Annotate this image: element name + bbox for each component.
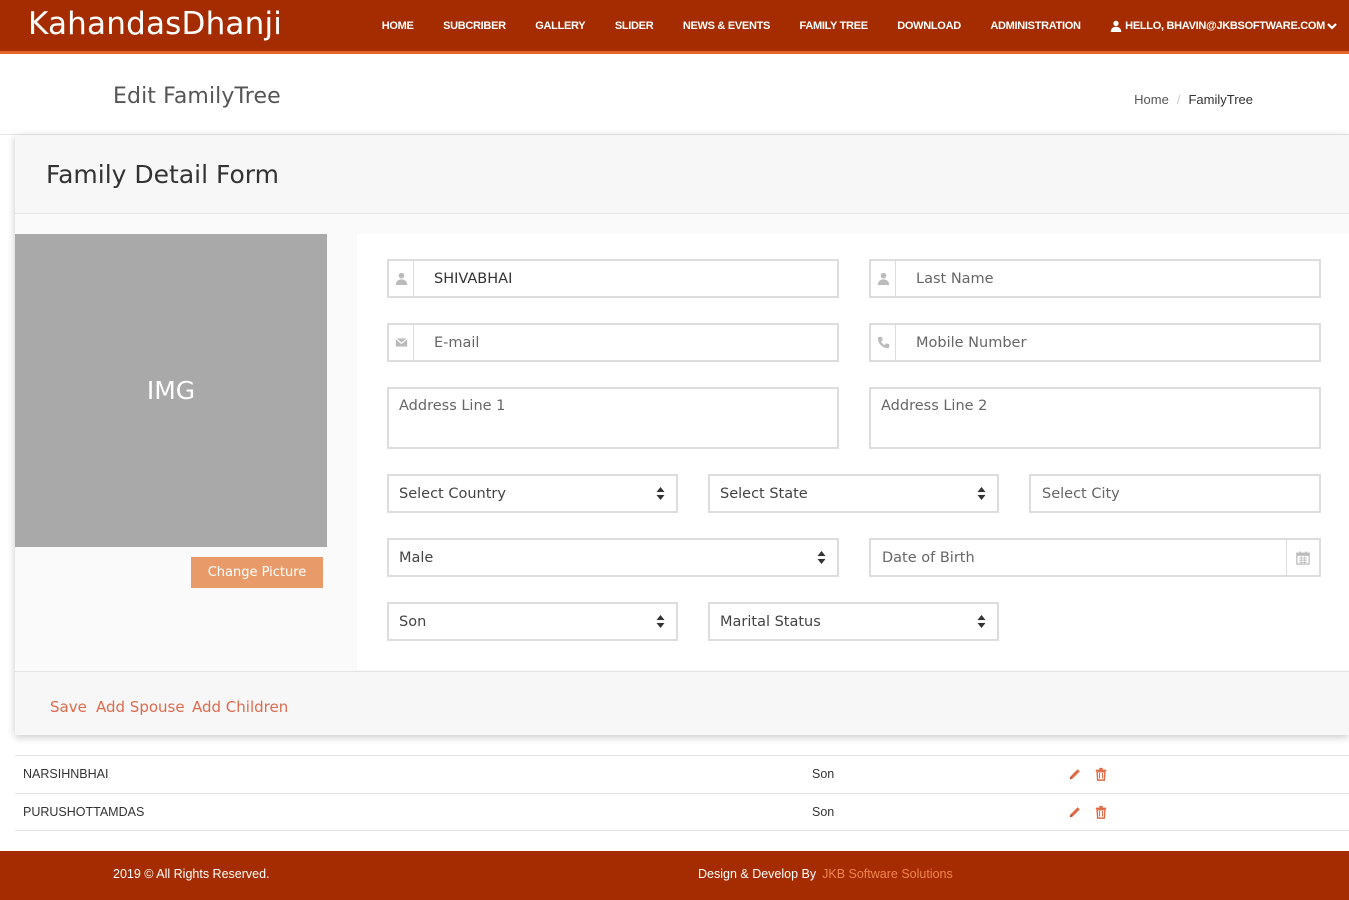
phone-icon	[871, 325, 896, 360]
relation-select[interactable]: Son	[387, 602, 678, 641]
nav-subscriber[interactable]: SUBCRIBER	[443, 20, 506, 32]
relation-select-value: Son	[399, 613, 427, 630]
page-title: Edit FamilyTree	[113, 84, 281, 109]
user-icon	[871, 261, 896, 296]
email-input[interactable]	[414, 325, 837, 360]
sort-arrows-icon	[656, 615, 665, 628]
sort-arrows-icon	[817, 551, 826, 564]
brand-logo[interactable]: KahandasDhanji	[28, 6, 282, 42]
email-field	[387, 323, 839, 362]
form-fields-area: Select Country Select State Select City …	[357, 234, 1349, 670]
user-icon	[389, 261, 414, 296]
nav-slider[interactable]: SLIDER	[615, 20, 654, 32]
last-name-field	[869, 259, 1321, 298]
member-relation: Son	[812, 767, 835, 781]
top-navbar: KahandasDhanji HOME SUBCRIBER GALLERY SL…	[0, 0, 1349, 54]
state-select-value: Select State	[720, 485, 808, 502]
city-field-placeholder: Select City	[1042, 485, 1120, 502]
pencil-icon[interactable]	[1068, 805, 1082, 819]
nav-family-tree[interactable]: FAMILY TREE	[800, 20, 869, 32]
mobile-field	[869, 323, 1321, 362]
table-row: PURUSHOTTAMDAS Son	[15, 793, 1349, 831]
profile-photo-placeholder: IMG	[15, 234, 327, 547]
user-menu-label: HELLO, BHAVIN@JKBSOFTWARE.COM	[1125, 19, 1325, 32]
add-children-link[interactable]: Add Children	[192, 698, 288, 716]
nav-download[interactable]: DOWNLOAD	[897, 20, 961, 32]
add-spouse-link[interactable]: Add Spouse	[96, 698, 185, 716]
marital-status-select-value: Marital Status	[720, 613, 821, 630]
trash-icon[interactable]	[1094, 805, 1108, 819]
form-title: Family Detail Form	[46, 160, 279, 189]
address-line-2-field	[869, 387, 1321, 449]
photo-placeholder-label: IMG	[146, 376, 196, 405]
member-relation: Son	[812, 805, 835, 819]
copyright-text: 2019 © All Rights Reserved.	[113, 867, 270, 881]
card-footer-actions: Save Add Spouse Add Children	[15, 671, 1349, 735]
marital-status-select[interactable]: Marital Status	[708, 602, 999, 641]
first-name-field	[387, 259, 839, 298]
trash-icon[interactable]	[1094, 767, 1108, 781]
nav-administration[interactable]: ADMINISTRATION	[990, 20, 1081, 32]
calendar-icon[interactable]	[1286, 540, 1319, 575]
save-link[interactable]: Save	[50, 698, 87, 716]
user-menu[interactable]: HELLO, BHAVIN@JKBSOFTWARE.COM	[1110, 20, 1337, 32]
date-of-birth-field[interactable]: Date of Birth	[869, 538, 1321, 577]
credit-link[interactable]: JKB Software Solutions	[822, 867, 953, 881]
address-line-1-field	[387, 387, 839, 449]
card-header: Family Detail Form	[15, 135, 1349, 214]
nav-menu: HOME SUBCRIBER GALLERY SLIDER NEWS & EVE…	[382, 0, 1349, 51]
nav-gallery[interactable]: GALLERY	[535, 20, 585, 32]
member-name: NARSIHNBHAI	[23, 767, 109, 781]
change-picture-button[interactable]: Change Picture	[191, 557, 323, 588]
state-select[interactable]: Select State	[708, 474, 999, 513]
page-footer: 2019 © All Rights Reserved. Design & Dev…	[0, 851, 1349, 900]
chevron-down-icon	[1327, 22, 1337, 30]
mobile-input[interactable]	[896, 325, 1319, 360]
nav-home[interactable]: HOME	[382, 20, 414, 32]
family-members-table: NARSIHNBHAI Son PURUSHOTTAMDAS Son	[15, 755, 1349, 831]
gender-select-value: Male	[399, 549, 434, 566]
breadcrumb: Home / FamilyTree	[1134, 92, 1253, 107]
pencil-icon[interactable]	[1068, 767, 1082, 781]
country-select-value: Select Country	[399, 485, 506, 502]
first-name-input[interactable]	[414, 261, 837, 296]
date-of-birth-placeholder: Date of Birth	[882, 549, 975, 566]
member-name: PURUSHOTTAMDAS	[23, 805, 145, 819]
breadcrumb-current: FamilyTree	[1188, 92, 1253, 107]
sort-arrows-icon	[977, 487, 986, 500]
envelope-icon	[389, 325, 414, 360]
credit-text: Design & Develop By JKB Software Solution…	[698, 867, 953, 881]
address-line-2-input[interactable]	[871, 389, 1319, 447]
country-select[interactable]: Select Country	[387, 474, 678, 513]
address-line-1-input[interactable]	[389, 389, 837, 447]
city-field[interactable]: Select City	[1029, 474, 1321, 513]
breadcrumb-home-link[interactable]: Home	[1134, 92, 1169, 107]
gender-select[interactable]: Male	[387, 538, 839, 577]
nav-news-events[interactable]: NEWS & EVENTS	[683, 20, 770, 32]
sort-arrows-icon	[977, 615, 986, 628]
last-name-input[interactable]	[896, 261, 1319, 296]
credit-prefix: Design & Develop By	[698, 867, 817, 881]
page-header: Edit FamilyTree Home / FamilyTree	[0, 57, 1349, 135]
breadcrumb-separator: /	[1176, 92, 1181, 107]
user-icon	[1110, 20, 1122, 32]
sort-arrows-icon	[656, 487, 665, 500]
family-detail-card: Family Detail Form IMG Change Picture SH…	[15, 135, 1349, 735]
table-row: NARSIHNBHAI Son	[15, 755, 1349, 793]
